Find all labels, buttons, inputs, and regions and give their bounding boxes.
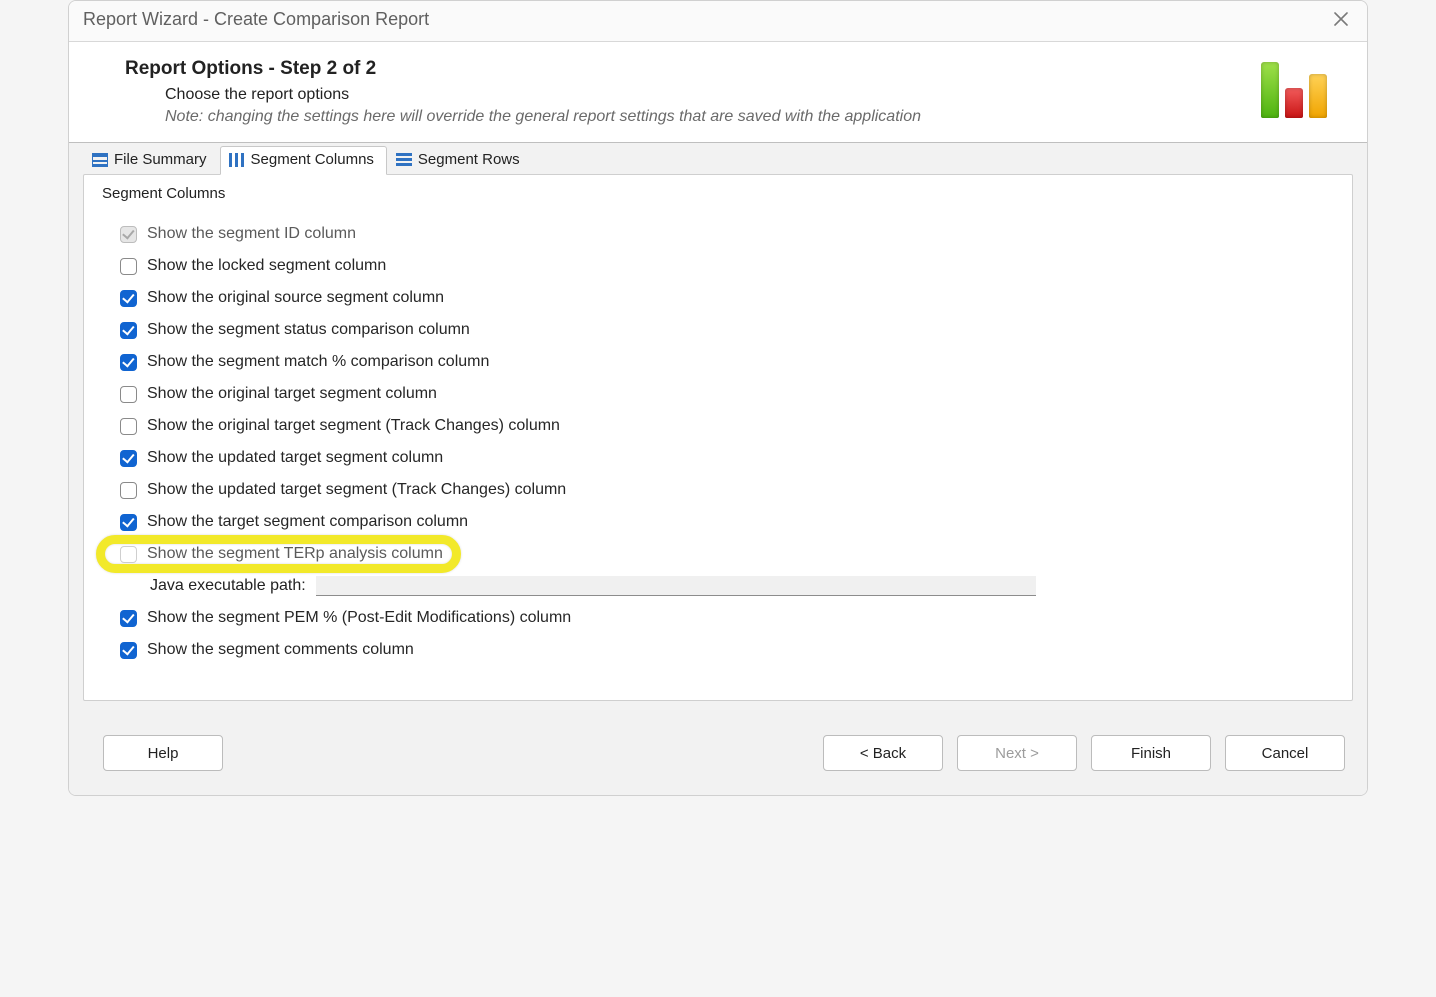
next-button: Next > <box>957 735 1077 771</box>
segment-columns-icon <box>229 153 245 167</box>
label-comments: Show the segment comments column <box>147 641 414 659</box>
checkbox-segment-id <box>120 226 137 243</box>
label-status-compare: Show the segment status comparison colum… <box>147 321 470 339</box>
option-upd-target-tc[interactable]: Show the updated target segment (Track C… <box>120 474 1334 506</box>
help-button[interactable]: Help <box>103 735 223 771</box>
group-title: Segment Columns <box>102 185 1334 202</box>
wizard-header: Report Options - Step 2 of 2 Choose the … <box>69 42 1367 143</box>
tab-segment-columns[interactable]: Segment Columns <box>220 146 387 175</box>
option-orig-target-tc[interactable]: Show the original target segment (Track … <box>120 410 1334 442</box>
step-subtitle: Choose the report options <box>165 86 921 104</box>
checkbox-upd-target-tc[interactable] <box>120 482 137 499</box>
option-terp: Show the segment TERp analysis column <box>120 538 1334 570</box>
step-title: Report Options - Step 2 of 2 <box>125 58 921 80</box>
file-summary-icon <box>92 153 108 167</box>
close-icon[interactable] <box>1329 7 1353 31</box>
wizard-footer: Help < Back Next > Finish Cancel <box>69 717 1367 795</box>
tab-file-summary[interactable]: File Summary <box>83 146 220 174</box>
cancel-button[interactable]: Cancel <box>1225 735 1345 771</box>
label-orig-target-tc: Show the original target segment (Track … <box>147 417 560 435</box>
label-pem: Show the segment PEM % (Post-Edit Modifi… <box>147 609 571 627</box>
tab-segment-rows[interactable]: Segment Rows <box>387 146 533 174</box>
option-comments[interactable]: Show the segment comments column <box>120 634 1334 666</box>
java-path-input[interactable] <box>316 576 1036 596</box>
option-status-compare[interactable]: Show the segment status comparison colum… <box>120 314 1334 346</box>
label-orig-target: Show the original target segment column <box>147 385 437 403</box>
titlebar: Report Wizard - Create Comparison Report <box>69 1 1367 42</box>
label-match-pct: Show the segment match % comparison colu… <box>147 353 489 371</box>
option-orig-source[interactable]: Show the original source segment column <box>120 282 1334 314</box>
checkbox-orig-source[interactable] <box>120 290 137 307</box>
label-segment-id: Show the segment ID column <box>147 225 356 243</box>
bar-chart-icon <box>1261 58 1337 118</box>
tab-segment-columns-label: Segment Columns <box>251 151 374 168</box>
option-locked[interactable]: Show the locked segment column <box>120 250 1334 282</box>
back-button[interactable]: < Back <box>823 735 943 771</box>
option-segment-id: Show the segment ID column <box>120 218 1334 250</box>
checkbox-target-compare[interactable] <box>120 514 137 531</box>
java-path-row: Java executable path: <box>150 576 1334 596</box>
checkbox-locked[interactable] <box>120 258 137 275</box>
checkbox-orig-target-tc[interactable] <box>120 418 137 435</box>
tab-segment-rows-label: Segment Rows <box>418 151 520 168</box>
checkbox-orig-target[interactable] <box>120 386 137 403</box>
segment-rows-icon <box>396 153 412 167</box>
label-upd-target-tc: Show the updated target segment (Track C… <box>147 481 566 499</box>
option-upd-target[interactable]: Show the updated target segment column <box>120 442 1334 474</box>
checkbox-pem[interactable] <box>120 610 137 627</box>
tab-strip: File Summary Segment Columns Segment Row… <box>69 143 1367 174</box>
label-upd-target: Show the updated target segment column <box>147 449 443 467</box>
checkbox-match-pct[interactable] <box>120 354 137 371</box>
checkbox-upd-target[interactable] <box>120 450 137 467</box>
finish-button[interactable]: Finish <box>1091 735 1211 771</box>
checkbox-terp <box>120 546 137 563</box>
label-terp: Show the segment TERp analysis column <box>147 545 443 563</box>
checkbox-comments[interactable] <box>120 642 137 659</box>
label-locked: Show the locked segment column <box>147 257 386 275</box>
label-target-compare: Show the target segment comparison colum… <box>147 513 468 531</box>
option-orig-target[interactable]: Show the original target segment column <box>120 378 1334 410</box>
step-note: Note: changing the settings here will ov… <box>165 108 921 126</box>
option-match-pct[interactable]: Show the segment match % comparison colu… <box>120 346 1334 378</box>
java-path-label: Java executable path: <box>150 577 306 595</box>
report-wizard-window: Report Wizard - Create Comparison Report… <box>68 0 1368 796</box>
option-pem[interactable]: Show the segment PEM % (Post-Edit Modifi… <box>120 602 1334 634</box>
tab-file-summary-label: File Summary <box>114 151 207 168</box>
segment-columns-panel: Segment Columns Show the segment ID colu… <box>83 174 1353 701</box>
window-title: Report Wizard - Create Comparison Report <box>83 9 429 30</box>
option-target-compare[interactable]: Show the target segment comparison colum… <box>120 506 1334 538</box>
checkbox-status-compare[interactable] <box>120 322 137 339</box>
label-orig-source: Show the original source segment column <box>147 289 444 307</box>
